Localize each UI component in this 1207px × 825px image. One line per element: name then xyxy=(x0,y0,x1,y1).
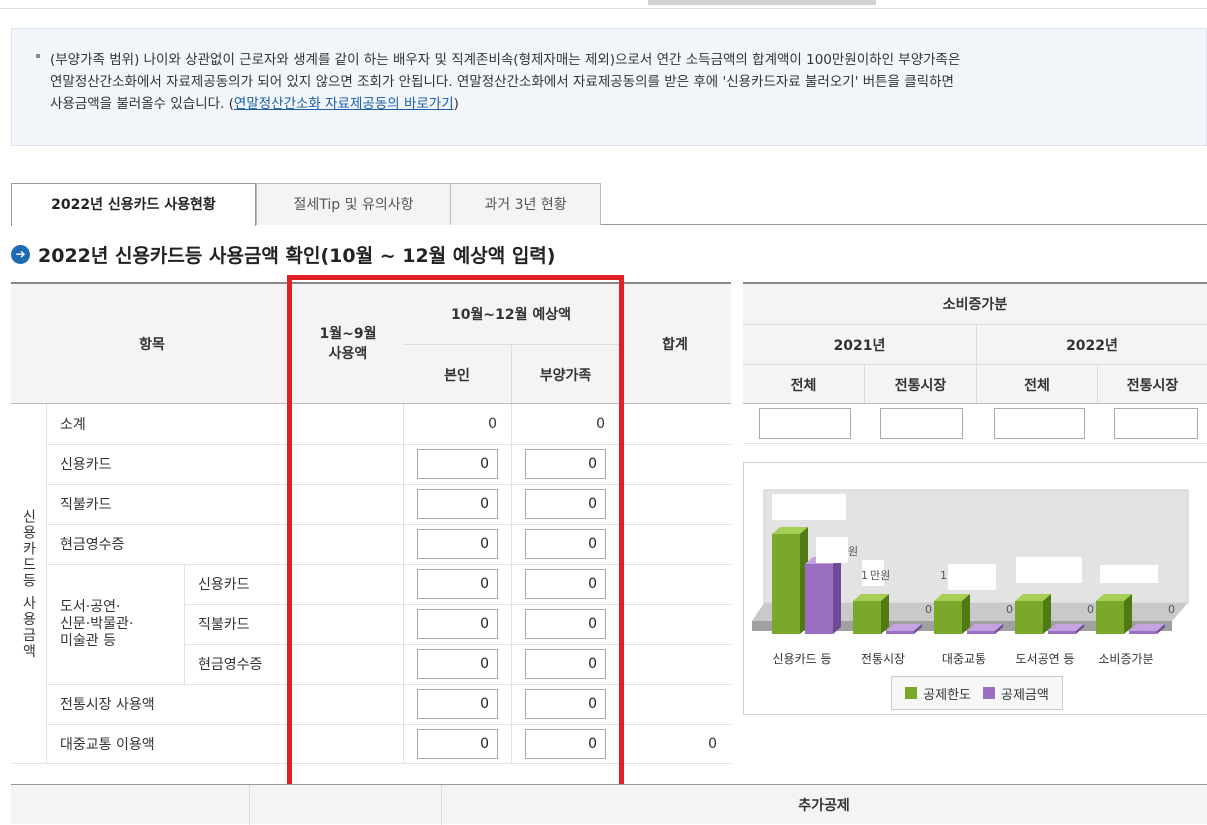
row-total xyxy=(619,404,731,444)
scrollbar-thumb[interactable] xyxy=(648,0,876,5)
header-2022-market: 전통시장 xyxy=(1097,364,1207,404)
year-2021: 2021년 xyxy=(743,324,976,364)
row-label: 직불카드 xyxy=(60,497,112,513)
header-2022-all: 전체 xyxy=(976,364,1097,404)
notice-line-1: (부양가족 범위) 나이와 상관없이 근로자와 생계를 같이 하는 배우자 및 … xyxy=(50,52,961,68)
arrow-circle-icon: ➔ xyxy=(11,244,30,264)
header-2021-market: 전통시장 xyxy=(864,364,976,404)
tab-tips[interactable]: 절세Tip 및 유의사항 xyxy=(256,183,451,225)
group-label: 신용카드등 사용금액 xyxy=(20,508,37,660)
chart-bar xyxy=(1015,601,1043,634)
row-total xyxy=(619,564,731,604)
chart-bar xyxy=(1129,631,1157,634)
input-2021-market[interactable] xyxy=(880,408,963,439)
chart-bar xyxy=(772,534,800,634)
consent-link[interactable]: 연말정산간소화 자료제공동의 바로가기 xyxy=(234,96,454,112)
row-label: 직불카드 xyxy=(198,617,250,633)
row-label: 신용카드 xyxy=(60,457,112,473)
sub-group-label: 도서·공연· 신문·박물관· 미술관 등 xyxy=(60,598,134,649)
section-title: ➔ 2022년 신용카드등 사용금액 확인(10월 ~ 12월 예상액 입력) xyxy=(11,240,555,268)
chart-label-mask xyxy=(948,564,996,590)
legend-amount: 공제금액 xyxy=(1001,687,1049,703)
row-label: 대중교통 이용액 xyxy=(60,737,155,753)
notice-line-2: 연말정산간소화에서 자료제공동의가 되어 있지 않으면 조회가 안됩니다. 연말… xyxy=(50,74,954,90)
chart-bar xyxy=(934,601,962,634)
notice-box: (부양가족 범위) 나이와 상관없이 근로자와 생계를 같이 하는 배우자 및 … xyxy=(11,28,1207,146)
chart-category-label: 신용카드 등 xyxy=(772,652,831,666)
consumption-title: 소비증가분 xyxy=(743,284,1207,324)
input-2022-all[interactable] xyxy=(994,408,1085,439)
chart-partial-label: 1 xyxy=(861,569,868,582)
row-label: 현금영수증 xyxy=(198,657,263,673)
chart-value-label: 0 xyxy=(1006,603,1013,616)
row-label: 현금영수증 xyxy=(60,537,125,553)
chart-legend: 공제한도 공제금액 xyxy=(891,676,1063,710)
row-total xyxy=(619,524,731,564)
row-total xyxy=(619,444,731,484)
notice-line-3-end: ) xyxy=(453,96,459,112)
legend-limit-icon xyxy=(905,687,918,699)
notice-line-3: 사용금액을 불러올수 있습니다. (연말정산간소화 자료제공동의 바로가기) xyxy=(36,93,1182,115)
row-label: 전통시장 사용액 xyxy=(60,697,155,713)
chart-label-mask xyxy=(816,537,848,563)
row-total xyxy=(619,604,731,644)
tab-bar: 2022년 신용카드 사용현황 절세Tip 및 유의사항 과거 3년 현황 xyxy=(11,183,1207,226)
chart-bar-side xyxy=(962,594,970,634)
chart-bar xyxy=(1048,631,1076,634)
notice-line-3-text: 사용금액을 불러올수 있습니다. ( xyxy=(50,96,234,112)
chart-category-label: 소비증가분 xyxy=(1098,652,1153,666)
row-label: 신용카드 xyxy=(198,577,250,593)
section-title-text: 2022년 신용카드등 사용금액 확인(10월 ~ 12월 예상액 입력) xyxy=(38,244,556,267)
chart-value-label: 0 xyxy=(1168,603,1175,616)
legend-limit: 공제한도 xyxy=(923,687,971,703)
chart-bar xyxy=(805,564,833,634)
chart-bar xyxy=(853,601,881,634)
chart-label-mask xyxy=(772,494,846,520)
row-label: 소계 xyxy=(60,417,86,433)
chart-bar xyxy=(886,631,914,634)
chart-bar-side xyxy=(881,594,889,634)
legend-amount-icon xyxy=(983,687,995,699)
additional-deduction-header: 추가공제 xyxy=(11,784,1207,825)
highlight-box xyxy=(287,275,624,792)
chart-partial-label: 원 xyxy=(848,545,858,558)
chart-bar xyxy=(967,631,995,634)
header-total: 합계 xyxy=(619,284,731,404)
row-total: 0 xyxy=(708,736,717,752)
header-2021-all: 전체 xyxy=(743,364,864,404)
input-2021-all[interactable] xyxy=(759,408,851,439)
chart-category-label: 대중교통 xyxy=(942,652,986,666)
chart-bar-side xyxy=(1043,594,1051,634)
additional-deduction-title: 추가공제 xyxy=(798,798,850,814)
tab-current-year[interactable]: 2022년 신용카드 사용현황 xyxy=(11,183,256,226)
chart-category-label: 전통시장 xyxy=(861,652,905,666)
year-2022: 2022년 xyxy=(976,324,1207,364)
input-2022-market[interactable] xyxy=(1114,408,1198,439)
chart-partial-label: 만원 xyxy=(870,569,890,582)
chart-category-label: 도서공연 등 xyxy=(1015,652,1074,666)
chart-label-mask xyxy=(1016,557,1082,583)
chart-value-label: 0 xyxy=(925,603,932,616)
chart-partial-label: 1 xyxy=(940,569,947,582)
row-total xyxy=(619,684,731,724)
chart-bar-side xyxy=(833,557,841,634)
row-total xyxy=(619,484,731,524)
bullet-icon xyxy=(36,54,40,58)
chart-bar-side xyxy=(1124,594,1132,634)
chart-bar xyxy=(1096,601,1124,634)
chart-label-mask xyxy=(1100,565,1158,583)
header-item: 항목 xyxy=(11,284,293,404)
chart-value-label: 0 xyxy=(1087,603,1094,616)
tab-past-3-years[interactable]: 과거 3년 현황 xyxy=(450,183,601,225)
row-total xyxy=(619,644,731,684)
top-scrollbar[interactable] xyxy=(0,0,1207,9)
